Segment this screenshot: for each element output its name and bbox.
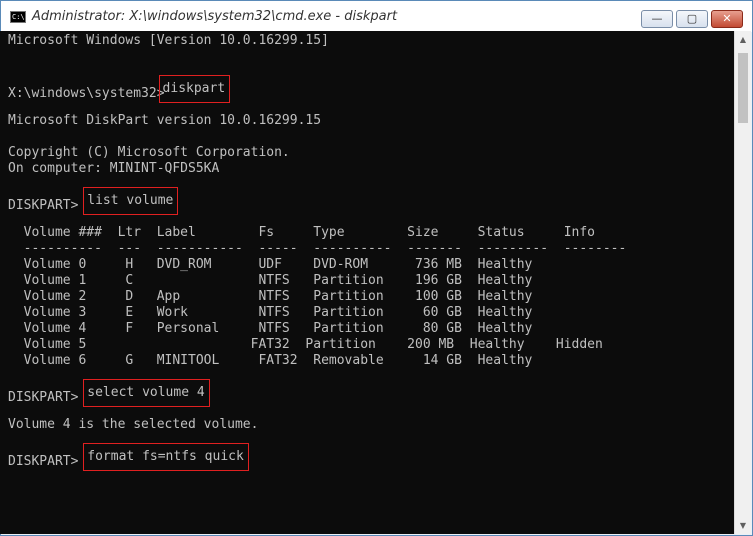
table-row: Volume 4 F Personal NTFS Partition 80 GB… (8, 321, 533, 336)
version-line: Microsoft Windows [Version 10.0.16299.15… (8, 33, 329, 48)
copyright-line: Copyright (C) Microsoft Corporation. (8, 145, 290, 160)
computer-line: On computer: MININT-QFDS5KA (8, 161, 220, 176)
table-row: Volume 1 C NTFS Partition 196 GB Healthy (8, 273, 533, 288)
command-list-volume: list volume (83, 187, 179, 215)
maximize-button[interactable]: ▢ (676, 10, 708, 28)
table-row: Volume 2 D App NTFS Partition 100 GB Hea… (8, 289, 533, 304)
volume-table-separator: ---------- --- ----------- ----- -------… (8, 241, 627, 256)
prompt-text: DISKPART> (8, 454, 87, 469)
vertical-scrollbar[interactable]: ▲ ▼ (734, 31, 751, 534)
volume-table-header: Volume ### Ltr Label Fs Type Size Status… (8, 225, 595, 240)
scroll-down-icon[interactable]: ▼ (735, 517, 751, 534)
minimize-button[interactable]: — (641, 10, 673, 28)
table-row: Volume 5 FAT32 Partition 200 MB Healthy … (8, 337, 603, 352)
prompt-text: DISKPART> (8, 198, 87, 213)
table-row: Volume 3 E Work NTFS Partition 60 GB Hea… (8, 305, 533, 320)
table-row: Volume 6 G MINITOOL FAT32 Removable 14 G… (8, 353, 533, 368)
prompt-line-4: DISKPART> format fs=ntfs quick (8, 443, 251, 471)
table-row: Volume 0 H DVD_ROM UDF DVD-ROM 736 MB He… (8, 257, 533, 272)
scroll-up-icon[interactable]: ▲ (735, 31, 751, 48)
cmd-app-icon[interactable]: C:\. (10, 11, 29, 23)
prompt-line-3: DISKPART> select volume 4 (8, 379, 211, 407)
prompt-line-2: DISKPART> list volume (8, 187, 181, 215)
prompt-line-1: X:\windows\system32> diskpart (8, 75, 235, 103)
prompt-text: X:\windows\system32> (8, 86, 165, 101)
scrollbar-thumb[interactable] (738, 53, 748, 123)
title-bar[interactable]: C:\. Administrator: X:\windows\system32\… (1, 1, 752, 32)
diskpart-version-line: Microsoft DiskPart version 10.0.16299.15 (8, 113, 322, 128)
command-diskpart: diskpart (158, 75, 231, 103)
command-select-volume: select volume 4 (83, 379, 210, 407)
close-button[interactable]: ✕ (711, 10, 743, 28)
command-format: format fs=ntfs quick (83, 443, 249, 471)
prompt-text: DISKPART> (8, 390, 87, 405)
selected-volume-message: Volume 4 is the selected volume. (8, 417, 259, 432)
window-title: Administrator: X:\windows\system32\cmd.e… (32, 9, 398, 24)
console-output[interactable]: Microsoft Windows [Version 10.0.16299.15… (0, 31, 734, 534)
